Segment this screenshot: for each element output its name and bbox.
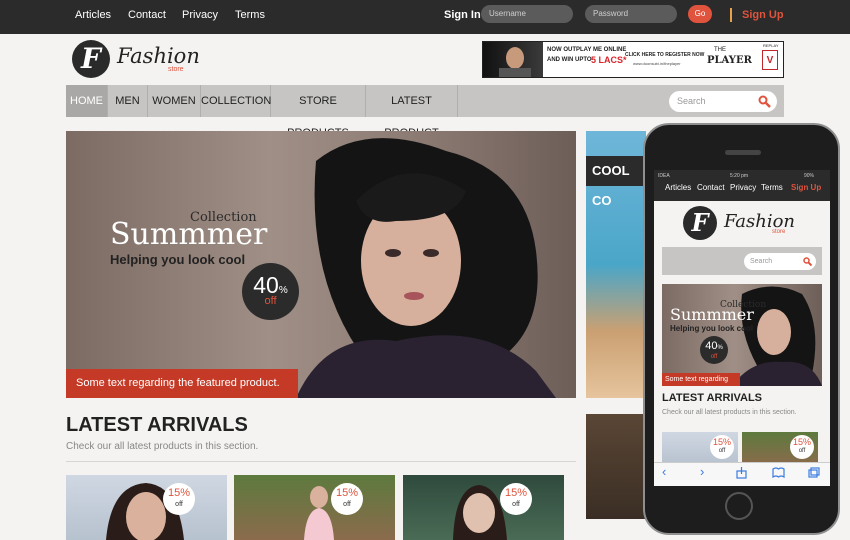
nav-latest-product[interactable]: LATEST PRODUCT [366, 85, 458, 139]
ad-line2: AND WIN UPTO [547, 57, 592, 63]
hero-discount-pct: % [278, 285, 288, 296]
phone-hero-badge-off: off [710, 354, 718, 360]
hero-discount-off: off [264, 295, 277, 307]
topbar-divider [730, 8, 732, 22]
browser-tabs-icon[interactable] [808, 467, 820, 478]
product-badge-off: off [343, 501, 351, 508]
product-badge-value: 15% [167, 487, 191, 499]
ad-brand-small: THE [714, 47, 726, 53]
phone-logo-icon[interactable]: F [683, 206, 717, 240]
phone-hero-title: Summmer [670, 305, 754, 324]
nav-home[interactable]: HOME [66, 85, 108, 117]
phone-signup[interactable]: Sign Up [791, 183, 821, 192]
product-card-3[interactable]: 15% off [403, 475, 564, 540]
phone-speaker [725, 150, 761, 155]
product-badge-1: 15% off [163, 483, 195, 515]
phone-link-terms[interactable]: Terms [761, 183, 783, 192]
hero-slider[interactable]: Collection Summmer Helping you look cool… [66, 131, 576, 398]
product-image-1 [106, 483, 184, 540]
phone-battery: 90% [804, 173, 815, 179]
search-icon[interactable] [758, 95, 771, 108]
ad-photo [483, 42, 543, 77]
ad-person-image [499, 47, 531, 77]
phone-badge-off: off [718, 448, 726, 454]
phone-time: 5:20 pm [730, 173, 749, 179]
nav-link-contact[interactable]: Contact [128, 9, 166, 21]
product-badge-off: off [512, 501, 520, 508]
logo-icon[interactable]: F [72, 40, 110, 78]
phone-brand-sub: store [772, 229, 786, 235]
phone-hero-badge-pct: % [717, 345, 723, 351]
nav-collection[interactable]: COLLECTION [201, 85, 271, 117]
phone-hero-badge: 40% off [700, 336, 728, 364]
side-banner[interactable]: COOL CO [586, 131, 646, 398]
product-badge-value: 15% [504, 487, 528, 499]
product-image-2 [304, 486, 334, 540]
browser-share-icon[interactable] [736, 467, 747, 479]
nav-women[interactable]: WOMEN [148, 85, 201, 117]
hero-discount-badge: 40% off [242, 263, 299, 320]
username-input[interactable]: Username [481, 5, 573, 23]
phone-link-privacy[interactable]: Privacy [730, 183, 756, 192]
latest-subtitle: Check our all latest products in this se… [66, 441, 259, 452]
nav-store-products[interactable]: STORE PRODUCTS [271, 85, 366, 139]
product-badge-3: 15% off [500, 483, 532, 515]
phone-hero-tagline: Helping you look cool [670, 324, 754, 333]
hero-title: Summmer [110, 217, 268, 252]
nav-link-terms[interactable]: Terms [235, 9, 265, 21]
nav-link-privacy[interactable]: Privacy [182, 9, 218, 21]
phone-link-articles[interactable]: Articles [665, 183, 691, 192]
product-image-3 [453, 485, 507, 540]
side-banner-label: COOL CO [586, 156, 646, 208]
phone-search-icon[interactable] [803, 257, 812, 266]
phone-screen: IDEA 5:20 pm 90% Articles Contact Privac… [654, 170, 830, 486]
phone-home-button [725, 492, 753, 520]
phone-product-card-2[interactable]: 15% off [742, 432, 818, 465]
phone-product-badge-1: 15% off [710, 435, 734, 459]
phone-hero[interactable]: Collection Summmer Helping you look cool… [662, 284, 822, 386]
product-badge-value: 15% [335, 487, 359, 499]
ad-banner[interactable]: NOW OUTPLAY ME ONLINE AND WIN UPTO 5 LAC… [482, 41, 784, 78]
latest-divider [66, 461, 576, 462]
hero-tagline: Helping you look cool [110, 252, 246, 267]
brand-sub: store [168, 66, 184, 73]
go-button[interactable]: Go [688, 5, 712, 23]
browser-bookmarks-icon[interactable] [772, 467, 785, 478]
phone-badge-value: 15% [712, 437, 731, 447]
phone-latest-title: LATEST ARRIVALS [662, 392, 763, 404]
product-card-1[interactable]: 15% off [66, 475, 227, 540]
ad-cta: CLICK HERE TO REGISTER NOW [625, 52, 705, 58]
phone-badge-value: 15% [792, 437, 811, 447]
product-badge-off: off [175, 501, 183, 508]
brand-name[interactable]: Fashion [117, 44, 200, 68]
product-badge-2: 15% off [331, 483, 363, 515]
ad-v-logo: V [762, 50, 778, 70]
ad-url: www.doonsubi.in/theplayer [633, 61, 681, 66]
phone-carrier: IDEA [658, 173, 670, 179]
phone-product-card-1[interactable]: 15% off [662, 432, 738, 465]
product-card-2[interactable]: 15% off [234, 475, 395, 540]
phone-latest-subtitle: Check our all latest products in this se… [662, 409, 797, 416]
nav-men[interactable]: MEN [108, 85, 148, 117]
side-banner-2[interactable] [586, 414, 646, 519]
ad-brand-big: PLAYER [707, 55, 752, 66]
browser-forward-icon[interactable]: › [700, 464, 704, 479]
password-input[interactable]: Password [585, 5, 677, 23]
signin-label: Sign In [444, 9, 481, 21]
nav-link-articles[interactable]: Articles [75, 9, 111, 21]
ad-replay: REPLAY [763, 43, 779, 48]
phone-link-contact[interactable]: Contact [697, 183, 725, 192]
signup-link[interactable]: Sign Up [742, 9, 784, 21]
phone-hero-caption: Some text regarding [662, 373, 740, 386]
ad-amount: 5 LACS* [591, 55, 627, 65]
latest-title: LATEST ARRIVALS [66, 414, 248, 436]
browser-back-icon[interactable]: ‹ [662, 464, 666, 479]
phone-product-badge-2: 15% off [790, 435, 814, 459]
hero-caption: Some text regarding the featured product… [66, 369, 298, 398]
ad-line1: NOW OUTPLAY ME ONLINE [547, 47, 627, 53]
phone-hero-badge-value: 40 [705, 340, 718, 352]
phone-badge-off: off [798, 448, 806, 454]
